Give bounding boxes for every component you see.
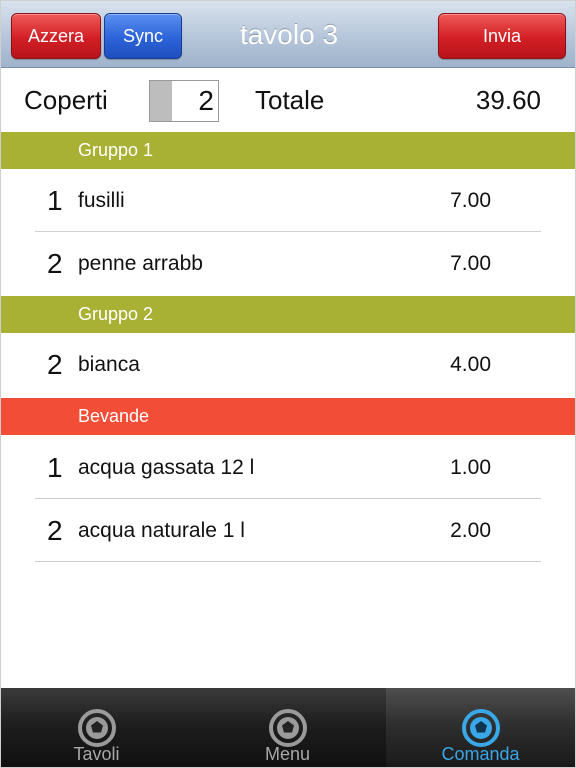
send-button[interactable]: Invia bbox=[438, 13, 566, 59]
tab-tavoli[interactable]: Tavoli bbox=[1, 688, 192, 767]
reset-button[interactable]: Azzera bbox=[11, 13, 101, 59]
sync-button[interactable]: Sync bbox=[104, 13, 182, 59]
list-item[interactable]: 1 fusilli 7.00 bbox=[1, 169, 575, 232]
item-name: bianca bbox=[78, 353, 140, 376]
covers-label: Coperti bbox=[24, 85, 108, 115]
app-window: Azzera Sync tavolo 3 Invia Coperti 2 Tot… bbox=[0, 0, 576, 768]
navigation-bar: Azzera Sync tavolo 3 Invia bbox=[1, 1, 575, 68]
covers-value: 2 bbox=[198, 85, 214, 116]
total-value: 39.60 bbox=[475, 85, 541, 115]
tab-label: Comanda bbox=[441, 744, 520, 764]
list-item[interactable]: 2 bianca 4.00 bbox=[1, 333, 575, 396]
soccer-ball-icon bbox=[461, 709, 500, 747]
section-header-gruppo-2: Gruppo 2 bbox=[1, 296, 575, 333]
item-price: 7.00 bbox=[450, 252, 491, 275]
item-name: acqua gassata 12 l bbox=[78, 456, 255, 479]
soccer-ball-icon bbox=[268, 709, 307, 747]
item-price: 4.00 bbox=[450, 353, 491, 376]
tab-label: Menu bbox=[264, 744, 311, 764]
total-label: Totale bbox=[255, 85, 325, 115]
row-divider bbox=[35, 561, 541, 562]
tab-bar: Tavoli Menu Comanda bbox=[1, 688, 575, 767]
tab-comanda[interactable]: Comanda bbox=[386, 688, 575, 767]
tab-menu[interactable]: Menu bbox=[192, 688, 383, 767]
item-quantity: 2 bbox=[47, 515, 63, 546]
list-item[interactable]: 2 acqua naturale 1 l 2.00 bbox=[1, 499, 575, 562]
item-price: 2.00 bbox=[450, 519, 491, 542]
stepper-handle[interactable] bbox=[150, 81, 172, 121]
item-quantity: 1 bbox=[47, 185, 63, 216]
section-header-bevande: Bevande bbox=[1, 398, 575, 435]
page-title: tavolo 3 bbox=[239, 19, 339, 50]
list-item[interactable]: 1 acqua gassata 12 l 1.00 bbox=[1, 436, 575, 499]
item-quantity: 1 bbox=[47, 452, 63, 483]
order-summary: Coperti 2 Totale 39.60 bbox=[1, 68, 575, 132]
item-name: acqua naturale 1 l bbox=[78, 519, 245, 542]
item-price: 7.00 bbox=[450, 189, 491, 212]
item-name: fusilli bbox=[78, 189, 125, 212]
item-quantity: 2 bbox=[47, 349, 63, 380]
soccer-ball-icon bbox=[77, 709, 116, 747]
list-item[interactable]: 2 penne arrabb 7.00 bbox=[1, 232, 575, 295]
covers-stepper[interactable]: 2 bbox=[149, 80, 219, 122]
item-quantity: 2 bbox=[47, 248, 63, 279]
tab-label: Tavoli bbox=[73, 744, 120, 764]
item-name: penne arrabb bbox=[78, 252, 203, 275]
item-price: 1.00 bbox=[450, 456, 491, 479]
section-header-gruppo-1: Gruppo 1 bbox=[1, 132, 575, 169]
